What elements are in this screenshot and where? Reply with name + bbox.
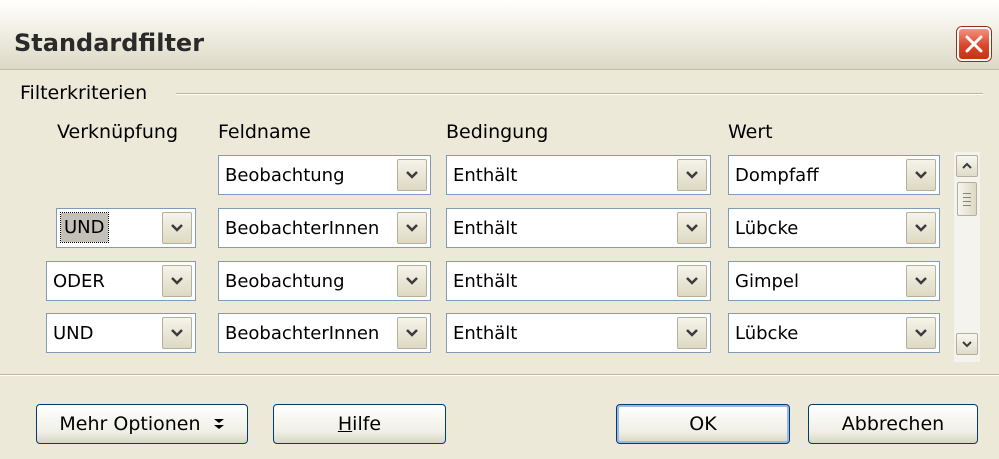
help-mnemonic: H bbox=[337, 413, 353, 435]
chevron-down-icon bbox=[915, 277, 927, 285]
field-select-row-2[interactable]: BeobachterInnen bbox=[218, 208, 431, 248]
dropdown-button[interactable] bbox=[397, 212, 427, 244]
field-select-row-3-value: Beobachtung bbox=[225, 271, 345, 292]
condition-select-row-1[interactable]: Enthält bbox=[446, 155, 711, 195]
chevron-down-icon bbox=[406, 171, 418, 179]
chevron-down-icon bbox=[915, 224, 927, 232]
close-icon bbox=[965, 35, 983, 53]
condition-select-row-3-value: Enthält bbox=[453, 271, 518, 292]
condition-select-row-2[interactable]: Enthält bbox=[446, 208, 711, 248]
dropdown-button[interactable] bbox=[397, 317, 427, 349]
connector-select-row-3-value: ODER bbox=[53, 271, 105, 292]
condition-select-row-1-value: Enthält bbox=[453, 165, 518, 186]
dropdown-button[interactable] bbox=[397, 265, 427, 297]
value-select-row-4-value: Lübcke bbox=[735, 323, 799, 344]
more-options-button[interactable]: Mehr Optionen bbox=[36, 404, 248, 444]
field-select-row-4-value: BeobachterInnen bbox=[225, 323, 380, 344]
connector-select-row-2[interactable]: UND bbox=[56, 208, 196, 248]
field-select-row-2-value: BeobachterInnen bbox=[225, 218, 380, 239]
dropdown-button[interactable] bbox=[906, 212, 936, 244]
dropdown-button[interactable] bbox=[906, 317, 936, 349]
chevron-down-icon bbox=[686, 277, 698, 285]
dropdown-button[interactable] bbox=[677, 317, 707, 349]
condition-select-row-4-value: Enthält bbox=[453, 323, 518, 344]
value-select-row-4[interactable]: Lübcke bbox=[728, 313, 940, 353]
close-button[interactable] bbox=[957, 27, 991, 61]
chevron-down-icon bbox=[406, 224, 418, 232]
grip-line bbox=[963, 193, 971, 194]
dropdown-button[interactable] bbox=[677, 159, 707, 191]
grip-line bbox=[963, 197, 971, 198]
chevron-down-icon bbox=[171, 329, 183, 337]
dropdown-button[interactable] bbox=[906, 265, 936, 297]
dropdown-button[interactable] bbox=[677, 212, 707, 244]
scroll-thumb[interactable] bbox=[957, 182, 977, 216]
condition-select-row-4[interactable]: Enthält bbox=[446, 313, 711, 353]
scroll-up-button[interactable] bbox=[956, 155, 978, 177]
connector-select-row-4-value: UND bbox=[53, 323, 94, 344]
help-button[interactable]: Hilfe bbox=[273, 404, 446, 444]
dropdown-button[interactable] bbox=[397, 159, 427, 191]
value-select-row-3-value: Gimpel bbox=[735, 271, 799, 292]
grip-line bbox=[963, 201, 971, 202]
field-select-row-4[interactable]: BeobachterInnen bbox=[218, 313, 431, 353]
field-select-row-1[interactable]: Beobachtung bbox=[218, 155, 431, 195]
more-options-label: Mehr Optionen bbox=[59, 413, 201, 435]
dropdown-button[interactable] bbox=[162, 265, 192, 297]
chevron-down-icon bbox=[406, 277, 418, 285]
cancel-label: Abbrechen bbox=[841, 413, 945, 435]
help-label: ilfe bbox=[352, 413, 382, 435]
filter-criteria-group-label: Filterkriterien bbox=[20, 82, 148, 104]
value-select-row-2[interactable]: Lübcke bbox=[728, 208, 940, 248]
chevron-down-icon bbox=[686, 224, 698, 232]
footer-divider-highlight bbox=[0, 375, 999, 376]
header-value: Wert bbox=[728, 121, 773, 143]
value-select-row-1-value: Dompfaff bbox=[735, 165, 819, 186]
condition-select-row-3[interactable]: Enthält bbox=[446, 261, 711, 301]
chevron-down-icon bbox=[915, 329, 927, 337]
connector-select-row-3[interactable]: ODER bbox=[46, 261, 196, 301]
field-select-row-1-value: Beobachtung bbox=[225, 165, 345, 186]
header-connector: Verknüpfung bbox=[57, 121, 179, 143]
dropdown-button[interactable] bbox=[162, 317, 192, 349]
chevron-down-icon bbox=[686, 329, 698, 337]
connector-select-row-2-value: UND bbox=[60, 212, 109, 243]
standard-filter-dialog: Standardfilter Filterkriterien Verknüpfu… bbox=[0, 0, 999, 459]
group-divider-highlight bbox=[176, 94, 983, 95]
dropdown-button[interactable] bbox=[906, 159, 936, 191]
chevron-down-icon bbox=[915, 171, 927, 179]
double-chevron-down-icon bbox=[213, 419, 224, 429]
title-bar[interactable]: Standardfilter bbox=[0, 0, 999, 70]
scroll-down-button[interactable] bbox=[956, 333, 978, 355]
chevron-down-icon bbox=[962, 341, 972, 348]
connector-select-row-4[interactable]: UND bbox=[46, 313, 196, 353]
cancel-button[interactable]: Abbrechen bbox=[808, 404, 978, 444]
value-select-row-2-value: Lübcke bbox=[735, 218, 799, 239]
chevron-down-icon bbox=[686, 171, 698, 179]
header-condition: Bedingung bbox=[446, 121, 549, 143]
chevron-down-icon bbox=[171, 224, 183, 232]
dialog-title: Standardfilter bbox=[14, 29, 205, 57]
grip-line bbox=[963, 205, 971, 206]
value-select-row-1[interactable]: Dompfaff bbox=[728, 155, 940, 195]
ok-button[interactable]: OK bbox=[616, 404, 790, 444]
condition-select-row-2-value: Enthält bbox=[453, 218, 518, 239]
chevron-down-icon bbox=[171, 277, 183, 285]
dropdown-button[interactable] bbox=[162, 212, 192, 244]
field-select-row-3[interactable]: Beobachtung bbox=[218, 261, 431, 301]
dropdown-button[interactable] bbox=[677, 265, 707, 297]
ok-label: OK bbox=[689, 413, 717, 435]
chevron-down-icon bbox=[406, 329, 418, 337]
header-field-name: Feldname bbox=[218, 121, 311, 143]
chevron-up-icon bbox=[962, 162, 972, 169]
value-select-row-3[interactable]: Gimpel bbox=[728, 261, 940, 301]
